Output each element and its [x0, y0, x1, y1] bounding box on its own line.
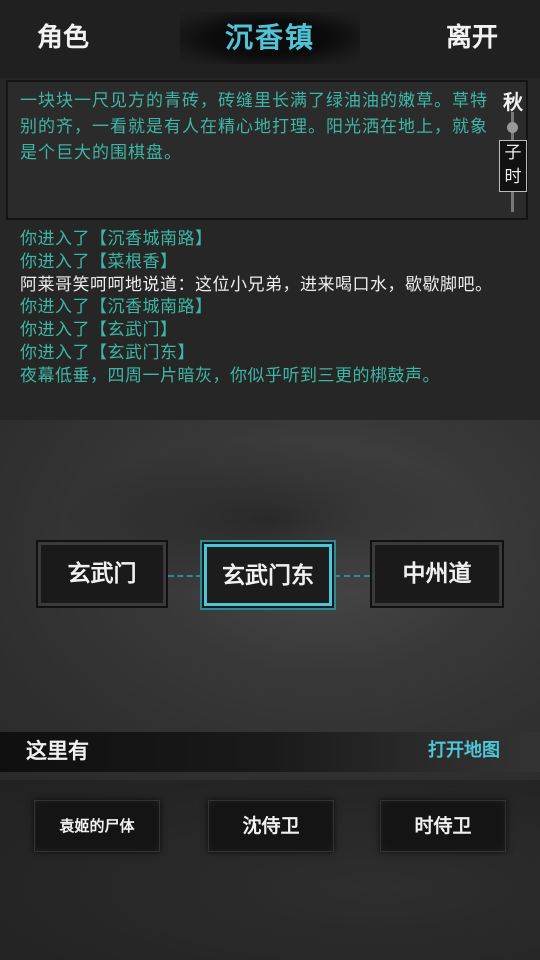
npc-button[interactable]: 沈侍卫 [208, 800, 334, 852]
log-line: 你进入了【玄武门】 [20, 320, 178, 341]
time-indicator: 秋 子时 [496, 82, 530, 218]
message-log: 你进入了【沉香城南路】 你进入了【菜根香】 阿莱哥笑呵呵地说道：这位小兄弟，进来喝口… [20, 228, 520, 388]
leave-button[interactable]: 离开 [416, 14, 528, 62]
top-bar: 角色 沉香镇 离开 [0, 0, 540, 78]
log-line: 你进入了【菜根香】 [20, 251, 178, 272]
location-description-panel: 一块块一尺见方的青砖，砖缝里长满了绿油油的嫩草。草特别的齐，一看就是有人在精心地… [6, 80, 528, 220]
here-label: 这里有 [26, 739, 89, 763]
hour-label: 子时 [499, 140, 527, 192]
log-line: 夜幕低垂，四周一片暗灰，你似乎听到三更的梆鼓声。 [20, 365, 440, 386]
location-title-text: 沉香镇 [224, 21, 315, 54]
location-title: 沉香镇 [180, 12, 360, 64]
log-line: 你进入了【沉香城南路】 [20, 229, 213, 249]
location-description: 一块块一尺见方的青砖，砖缝里长满了绿油油的嫩草。草特别的齐，一看就是有人在精心地… [20, 91, 488, 163]
map-node-west[interactable]: 玄武门 [36, 540, 168, 608]
time-knob [507, 122, 518, 133]
log-line: 阿莱哥笑呵呵地说道：这位小兄弟，进来喝口水，歇歇脚吧。 [20, 274, 493, 295]
log-line: 你进入了【玄武门东】 [20, 342, 195, 363]
open-map-link[interactable]: 打开地图 [428, 732, 500, 770]
map-connector-west [168, 575, 202, 577]
npc-button[interactable]: 袁姬的尸体 [34, 800, 160, 852]
here-bar: 这里有 打开地图 [0, 732, 540, 772]
character-button[interactable]: 角色 [12, 14, 114, 62]
map-node-east[interactable]: 中州道 [370, 540, 504, 608]
map-connector-east [334, 575, 370, 577]
log-line: 你进入了【沉香城南路】 [20, 297, 213, 318]
map-node-current[interactable]: 玄武门东 [204, 544, 332, 606]
season-label: 秋 [503, 90, 523, 114]
npc-button[interactable]: 时侍卫 [380, 800, 506, 852]
